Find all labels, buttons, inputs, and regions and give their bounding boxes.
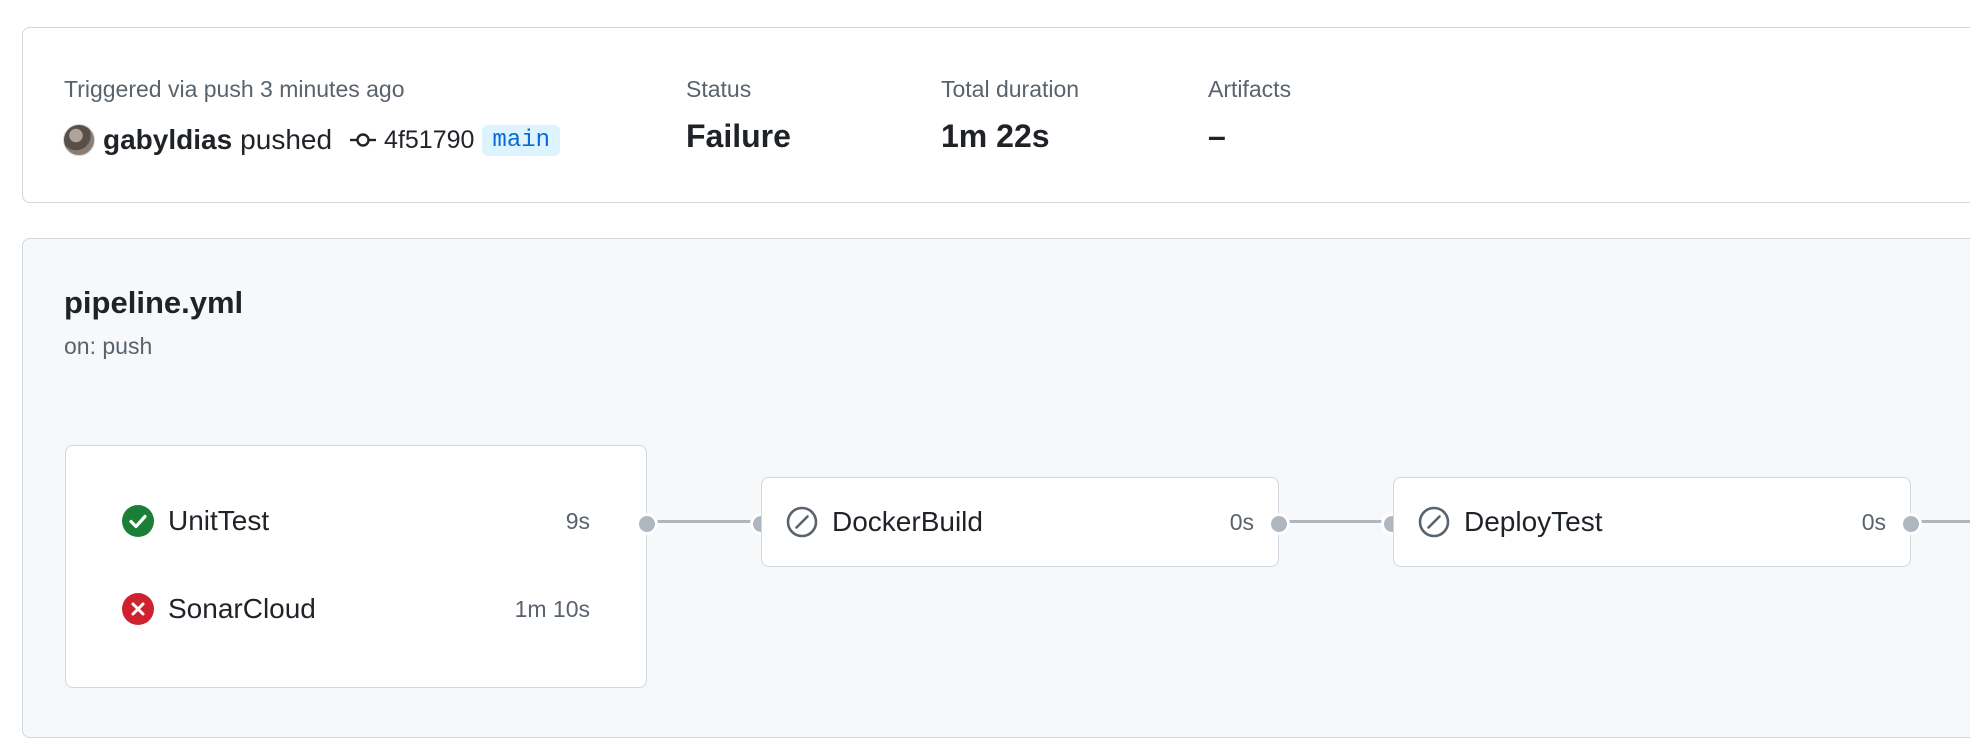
job-duration: 1m 10s — [514, 595, 590, 622]
commit-sha-link[interactable]: 4f51790 — [384, 126, 474, 155]
job-duration: 0s — [1861, 508, 1886, 535]
job-duration: 9s — [565, 507, 590, 534]
git-commit-icon — [350, 130, 377, 150]
x-circle-icon — [122, 593, 154, 625]
action-text: pushed — [240, 124, 333, 155]
duration-value: 1m 22s — [941, 118, 1050, 154]
connector-dot — [1900, 513, 1922, 535]
job-sonarcloud[interactable]: SonarCloud 1m 10s — [122, 589, 590, 629]
job-name: DockerBuild — [832, 506, 983, 537]
check-circle-icon — [122, 505, 154, 537]
status-value: Failure — [686, 118, 791, 154]
skip-icon — [786, 506, 818, 538]
artifacts-label: Artifacts — [1208, 76, 1292, 102]
workflow-graph: pipeline.yml on: push UnitTest 9s SonarC… — [22, 238, 1970, 738]
status-label: Status — [686, 76, 752, 102]
run-summary-card: Triggered via push 3 minutes ago gabyldi… — [22, 27, 1970, 203]
artifacts-value: – — [1208, 118, 1226, 154]
connector-dot — [1268, 513, 1290, 535]
job-name: SonarCloud — [168, 593, 316, 624]
job-dockerbuild[interactable]: DockerBuild 0s — [761, 477, 1279, 567]
job-unittest[interactable]: UnitTest 9s — [122, 501, 590, 541]
job-name: UnitTest — [168, 505, 270, 536]
actor-link[interactable]: gabyldias — [103, 124, 232, 156]
avatar[interactable] — [63, 124, 95, 156]
workflow-file-title[interactable]: pipeline.yml — [64, 285, 243, 321]
job-duration: 0s — [1229, 508, 1254, 535]
job-name: DeployTest — [1464, 506, 1603, 537]
workflow-trigger: on: push — [64, 333, 153, 359]
job-deploytest[interactable]: DeployTest 0s — [1393, 477, 1911, 567]
skip-icon — [1418, 506, 1450, 538]
actor-row: gabyldias pushed 4f51790 main — [63, 120, 561, 160]
connector-dot — [636, 513, 658, 535]
job-group: UnitTest 9s SonarCloud 1m 10s — [65, 445, 647, 688]
branch-badge[interactable]: main — [482, 124, 561, 156]
trigger-text: Triggered via push 3 minutes ago — [64, 76, 405, 102]
duration-label: Total duration — [941, 76, 1080, 102]
